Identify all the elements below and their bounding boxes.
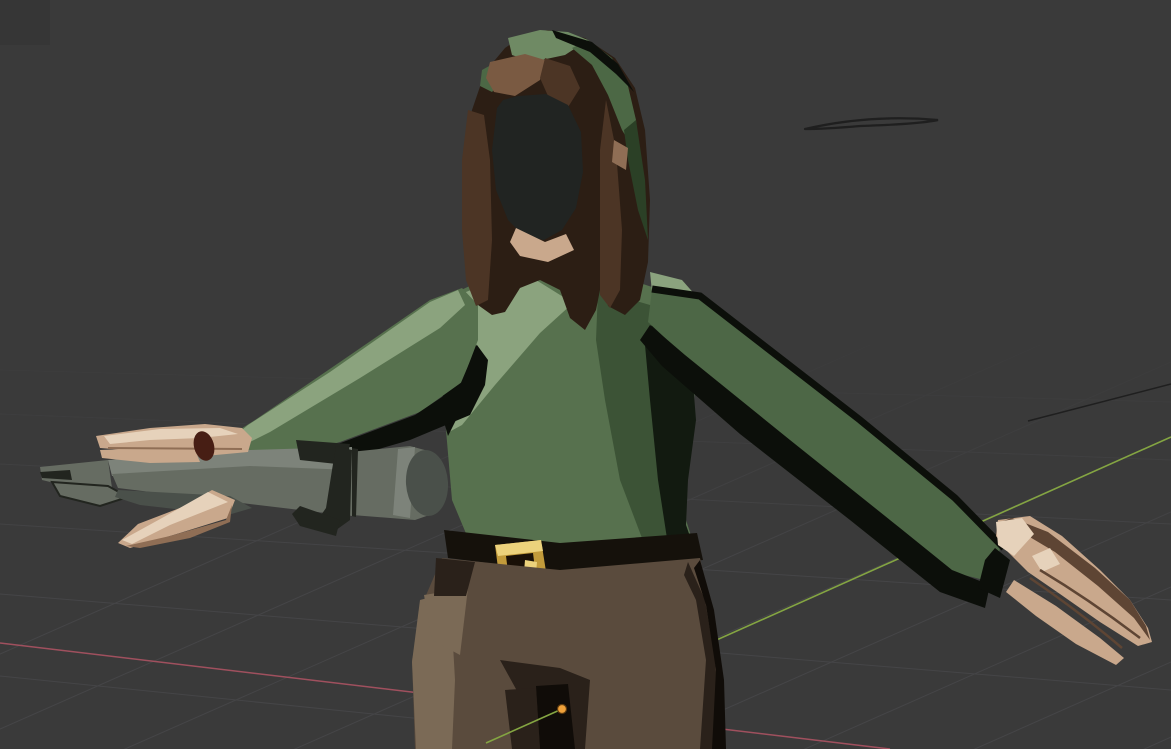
pants[interactable] [412, 558, 726, 749]
head[interactable] [462, 30, 650, 330]
editor-corner-shade [0, 0, 50, 45]
left-finger-crease [108, 448, 242, 449]
origin-point[interactable] [558, 705, 567, 714]
3d-viewport[interactable] [0, 0, 1171, 749]
